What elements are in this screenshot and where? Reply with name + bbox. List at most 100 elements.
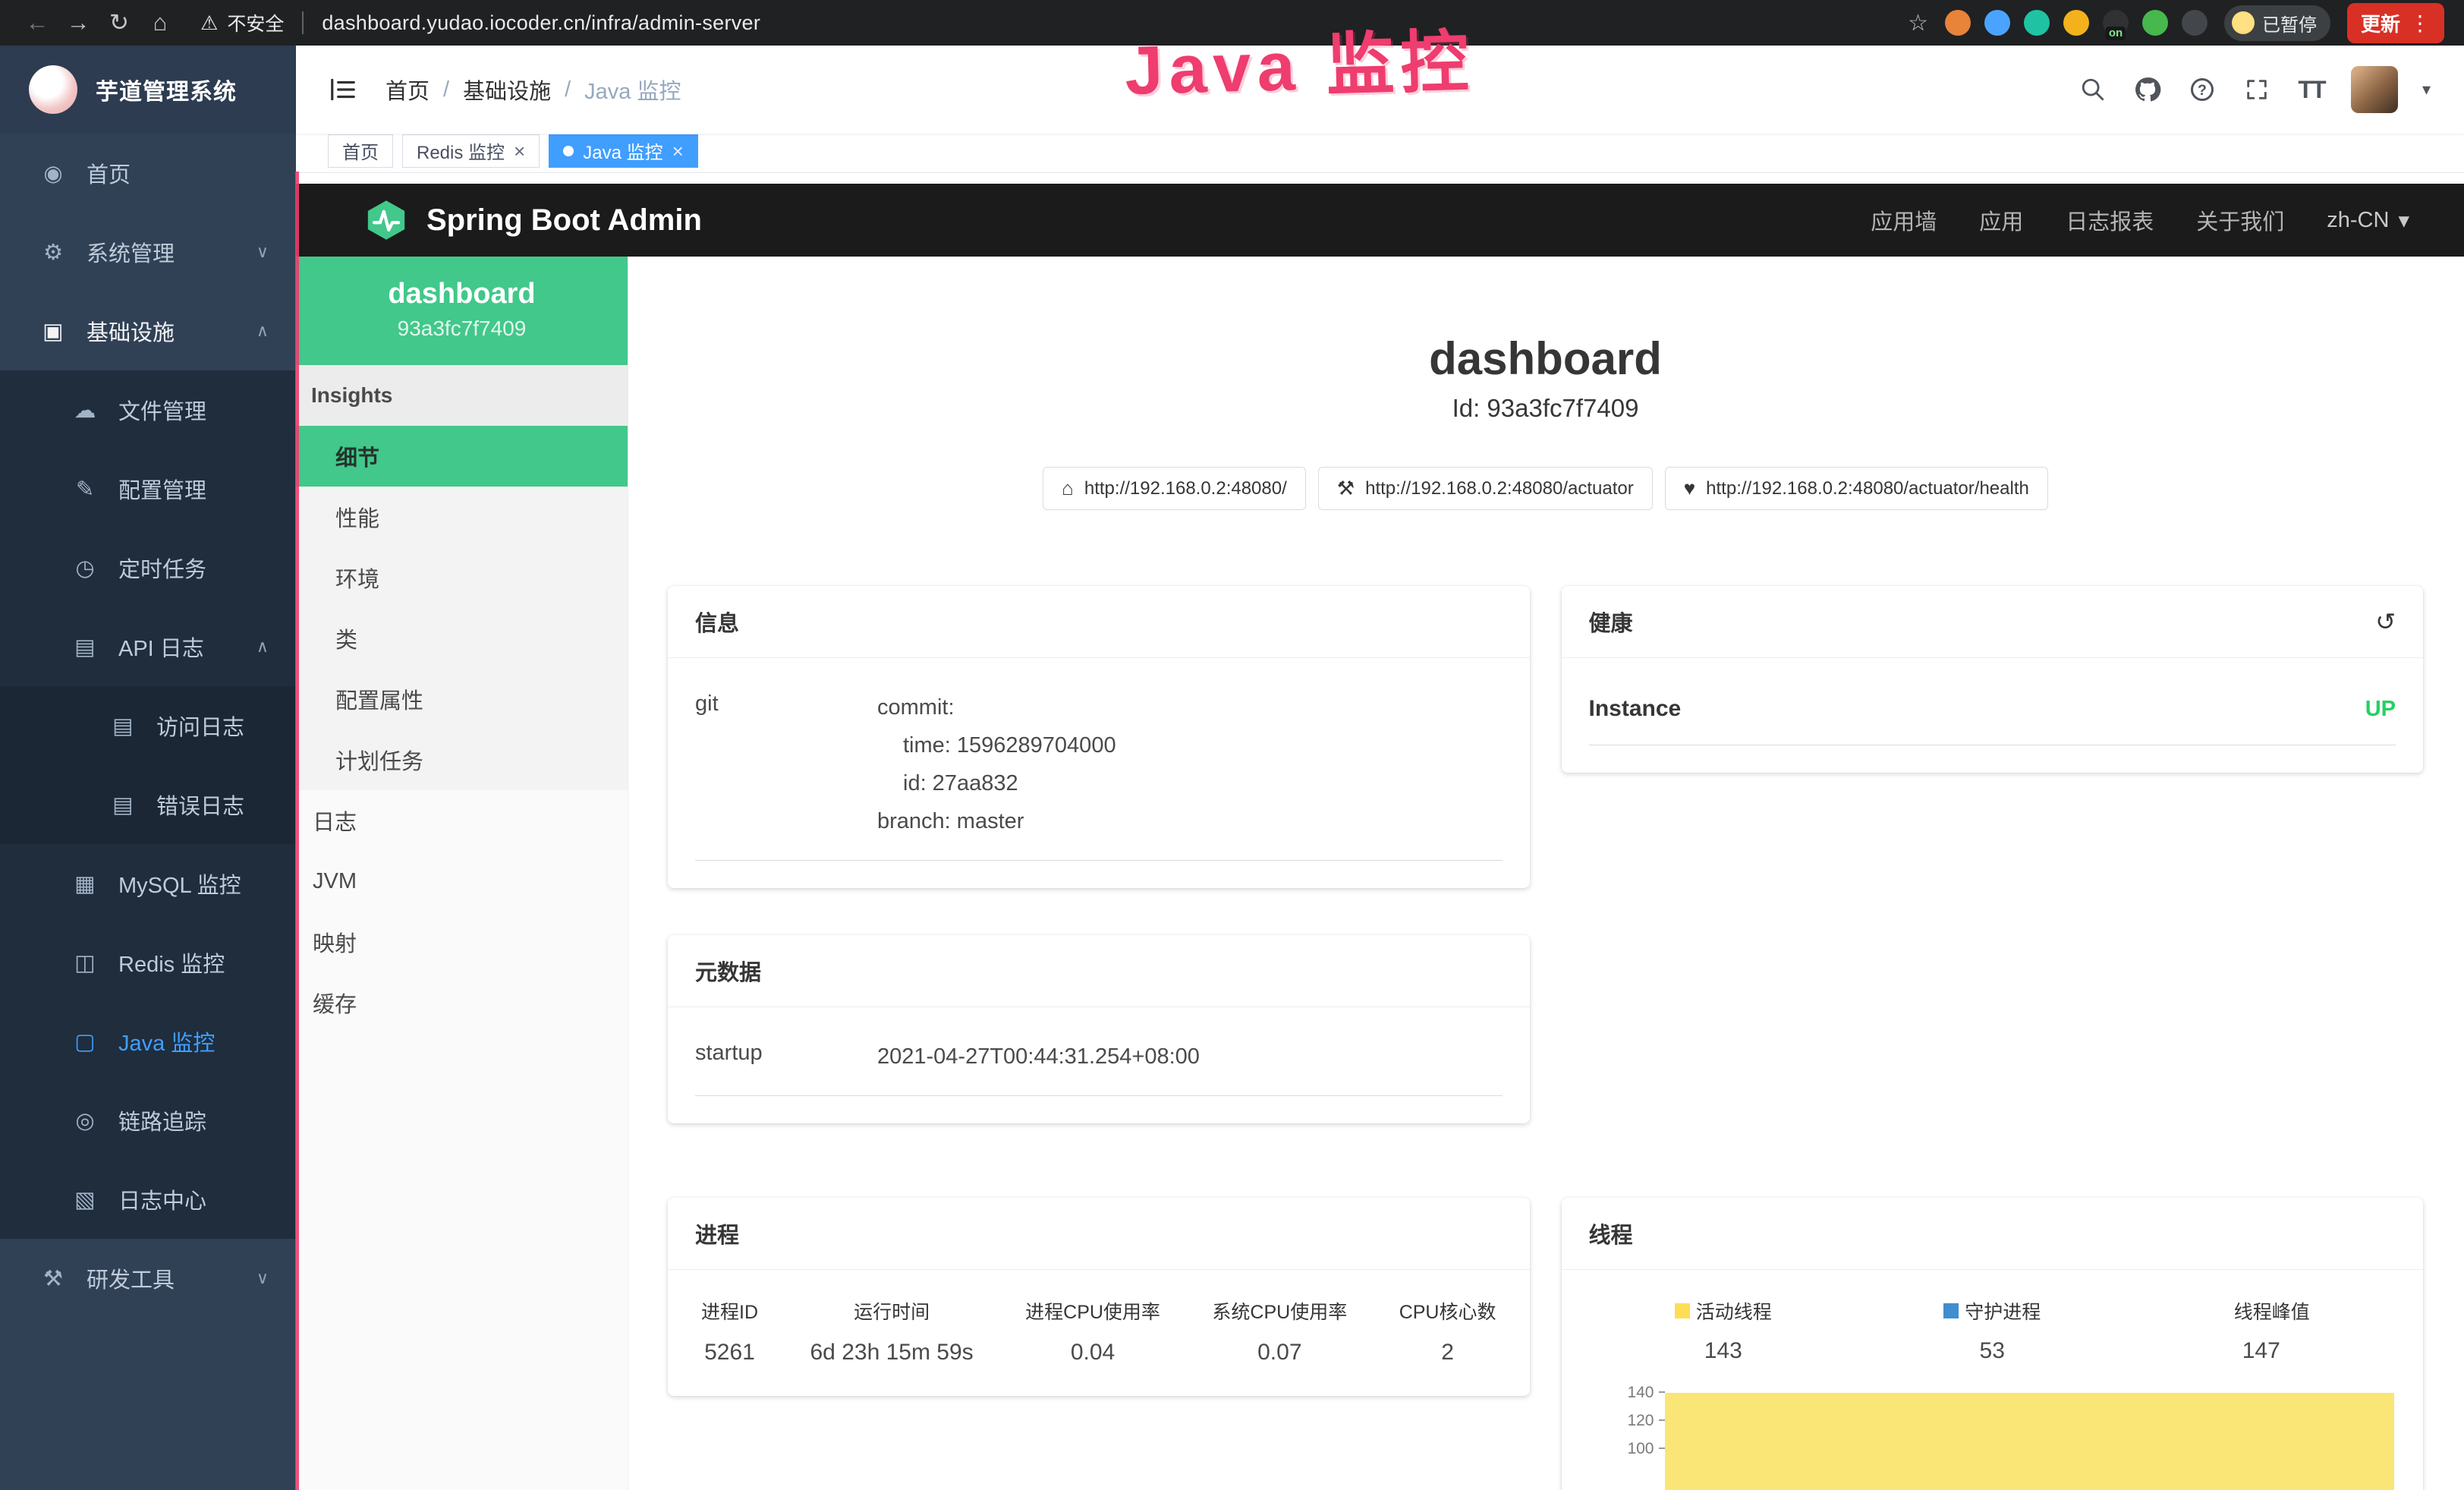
reload-icon[interactable]: ↻ bbox=[102, 5, 137, 40]
sidebar-menu-item[interactable]: ▤ API 日志 ∧ bbox=[0, 607, 296, 686]
extension-icon[interactable] bbox=[2024, 10, 2050, 36]
app-logo bbox=[29, 65, 77, 114]
sidebar-menu-item[interactable]: ▢ Java 监控 bbox=[0, 1002, 296, 1081]
extension-icon[interactable] bbox=[1984, 10, 2010, 36]
y-axis-tick: 140 bbox=[1589, 1384, 1665, 1412]
metadata-card-title: 元数据 bbox=[695, 955, 761, 987]
extension-icon[interactable] bbox=[2142, 10, 2168, 36]
health-status-badge: UP bbox=[2365, 697, 2396, 722]
extension-icon[interactable] bbox=[2063, 10, 2089, 36]
sba-instance-header[interactable]: dashboard 93a3fc7f7409 bbox=[296, 257, 628, 365]
instance-link-button[interactable]: ⚒ http://192.168.0.2:48080/actuator bbox=[1318, 467, 1653, 510]
svg-text:?: ? bbox=[2198, 82, 2207, 99]
breadcrumb-infra[interactable]: 基础设施 bbox=[463, 74, 551, 106]
sba-root-items: 日志 JVM 映射 缓存 bbox=[296, 790, 628, 1033]
sba-insights-section-title: Insights bbox=[296, 365, 628, 426]
forward-icon[interactable]: → bbox=[61, 5, 96, 40]
sba-sidebar-item[interactable]: 类 bbox=[296, 608, 628, 669]
sidebar-menu-item[interactable]: ▦ MySQL 监控 bbox=[0, 844, 296, 923]
instance-link-button[interactable]: ♥ http://192.168.0.2:48080/actuator/heal… bbox=[1665, 467, 2048, 510]
breadcrumb-separator: / bbox=[443, 77, 449, 102]
sidebar-menu-item[interactable]: ▤ 访问日志 bbox=[0, 686, 296, 765]
tools-icon: ⚒ bbox=[33, 1265, 73, 1292]
caret-down-icon[interactable]: ▾ bbox=[2422, 80, 2431, 99]
extension-icon[interactable]: on bbox=[2103, 10, 2129, 36]
sidebar-menu-item[interactable]: ⚒ 研发工具 ∨ bbox=[0, 1239, 296, 1318]
home-icon: ⌂ bbox=[1062, 477, 1074, 500]
sba-language-select[interactable]: zh-CN ▾ bbox=[2327, 207, 2409, 234]
sidebar-menu-item[interactable]: ✎ 配置管理 bbox=[0, 449, 296, 528]
sidebar-menu-item[interactable]: ◎ 链路追踪 bbox=[0, 1081, 296, 1160]
sidebar-menu-item[interactable]: ⚙ 系统管理 ∨ bbox=[0, 213, 296, 291]
instance-link-button[interactable]: ⌂ http://192.168.0.2:48080/ bbox=[1043, 467, 1306, 510]
github-icon[interactable] bbox=[2132, 75, 2163, 104]
mysql-icon: ▦ bbox=[65, 871, 105, 897]
extension-icon[interactable] bbox=[2182, 10, 2208, 36]
back-icon[interactable]: ← bbox=[20, 5, 55, 40]
sba-sidebar-item[interactable]: 配置属性 bbox=[296, 669, 628, 729]
address-bar-url[interactable]: dashboard.yudao.iocoder.cn/infra/admin-s… bbox=[322, 11, 760, 35]
tab-close-icon[interactable]: × bbox=[514, 141, 525, 161]
sba-sidebar-item[interactable]: 性能 bbox=[296, 487, 628, 547]
sidebar-menu-item[interactable]: ☁ 文件管理 bbox=[0, 370, 296, 449]
sba-topbar: Spring Boot Admin 应用墙 应用 日志报表 关于我们 bbox=[296, 184, 2464, 257]
info-card-title: 信息 bbox=[695, 606, 739, 638]
sba-sidebar-item[interactable]: JVM bbox=[296, 851, 628, 912]
sidebar-menu-item[interactable]: ◫ Redis 监控 bbox=[0, 923, 296, 1002]
sidebar-menu-item[interactable]: ▧ 日志中心 bbox=[0, 1160, 296, 1239]
paused-badge-label: 已暂停 bbox=[2262, 10, 2317, 36]
page-tab[interactable]: Redis 监控 × bbox=[402, 134, 540, 168]
app-sidebar: 芋道管理系统 ◉ 首页 ⚙ 系统管理 ∨ ▣ 基础设施 bbox=[0, 46, 296, 1490]
sba-nav-item[interactable]: 日志报表 bbox=[2066, 204, 2154, 236]
home-icon[interactable]: ⌂ bbox=[143, 5, 178, 40]
process-column: 进程ID 5261 bbox=[701, 1297, 758, 1366]
threads-card-title: 线程 bbox=[1589, 1218, 1633, 1249]
process-column: 系统CPU使用率 0.07 bbox=[1212, 1297, 1347, 1366]
site-security-chip[interactable]: ⚠ 不安全 bbox=[200, 9, 284, 36]
hamburger-icon[interactable] bbox=[307, 46, 379, 134]
sba-sidebar-item[interactable]: 缓存 bbox=[296, 972, 628, 1033]
sba-brand-title[interactable]: Spring Boot Admin bbox=[426, 203, 702, 238]
sba-sidebar-item[interactable]: 计划任务 bbox=[296, 729, 628, 790]
y-axis-tick: 100 bbox=[1589, 1440, 1665, 1468]
update-button[interactable]: 更新 ⋮ bbox=[2347, 3, 2444, 43]
metadata-row: startup 2021-04-27T00:44:31.254+08:00 bbox=[695, 1024, 1503, 1096]
sba-sidebar-item[interactable]: 日志 bbox=[296, 790, 628, 851]
sba-sidebar-item[interactable]: 环境 bbox=[296, 547, 628, 608]
app-logo-row[interactable]: 芋道管理系统 bbox=[0, 46, 296, 134]
search-icon[interactable] bbox=[2078, 77, 2108, 102]
sidebar-menu-item[interactable]: ◷ 定时任务 bbox=[0, 528, 296, 607]
fullscreen-icon[interactable] bbox=[2242, 77, 2272, 102]
threads-legend-item: 线程峰值 147 bbox=[2213, 1297, 2310, 1364]
sidebar-menu-item[interactable]: ▤ 错误日志 bbox=[0, 765, 296, 844]
tab-close-icon[interactable]: × bbox=[672, 141, 684, 161]
sidebar-menu-item[interactable]: ▣ 基础设施 ∧ bbox=[0, 291, 296, 370]
sba-sidebar: dashboard 93a3fc7f7409 Insights 细节 性能 bbox=[296, 257, 628, 1490]
dashboard-icon: ◉ bbox=[33, 160, 73, 187]
sba-nav-item[interactable]: 应用墙 bbox=[1871, 204, 1937, 236]
process-column: 运行时间 6d 23h 15m 59s bbox=[810, 1297, 974, 1366]
health-instance-row[interactable]: Instance UP bbox=[1589, 675, 2396, 745]
active-threads-area bbox=[1665, 1393, 2395, 1490]
breadcrumb-home[interactable]: 首页 bbox=[385, 74, 430, 106]
sidebar-menu-item[interactable]: ◉ 首页 bbox=[0, 134, 296, 213]
history-icon[interactable]: ↺ bbox=[2375, 607, 2396, 636]
sba-sidebar-item[interactable]: 映射 bbox=[296, 912, 628, 972]
text-size-icon[interactable]: TT bbox=[2296, 76, 2327, 104]
sba-nav-item[interactable]: 应用 bbox=[1979, 204, 2023, 236]
user-avatar[interactable] bbox=[2351, 66, 2398, 113]
instance-links: ⌂ http://192.168.0.2:48080/ ⚒ http://192… bbox=[668, 467, 2423, 510]
kebab-menu-icon[interactable]: ⋮ bbox=[2409, 11, 2431, 36]
paused-badge[interactable]: 已暂停 bbox=[2224, 5, 2330, 41]
page-tab[interactable]: Java 监控 × bbox=[549, 134, 698, 168]
threads-legend: 活动线程 143 守护进程 bbox=[1589, 1287, 2396, 1364]
help-icon[interactable]: ? bbox=[2187, 76, 2217, 103]
page-tab[interactable]: 首页 bbox=[328, 134, 393, 168]
timer-icon: ◷ bbox=[65, 555, 105, 581]
bookmark-star-icon[interactable]: ☆ bbox=[1908, 10, 1928, 36]
sba-nav-item[interactable]: 关于我们 bbox=[2196, 204, 2284, 236]
trace-icon: ◎ bbox=[65, 1107, 105, 1134]
legend-color-swatch bbox=[1675, 1303, 1690, 1318]
extension-icon[interactable] bbox=[1945, 10, 1971, 36]
sba-sidebar-item[interactable]: 细节 bbox=[296, 426, 628, 487]
